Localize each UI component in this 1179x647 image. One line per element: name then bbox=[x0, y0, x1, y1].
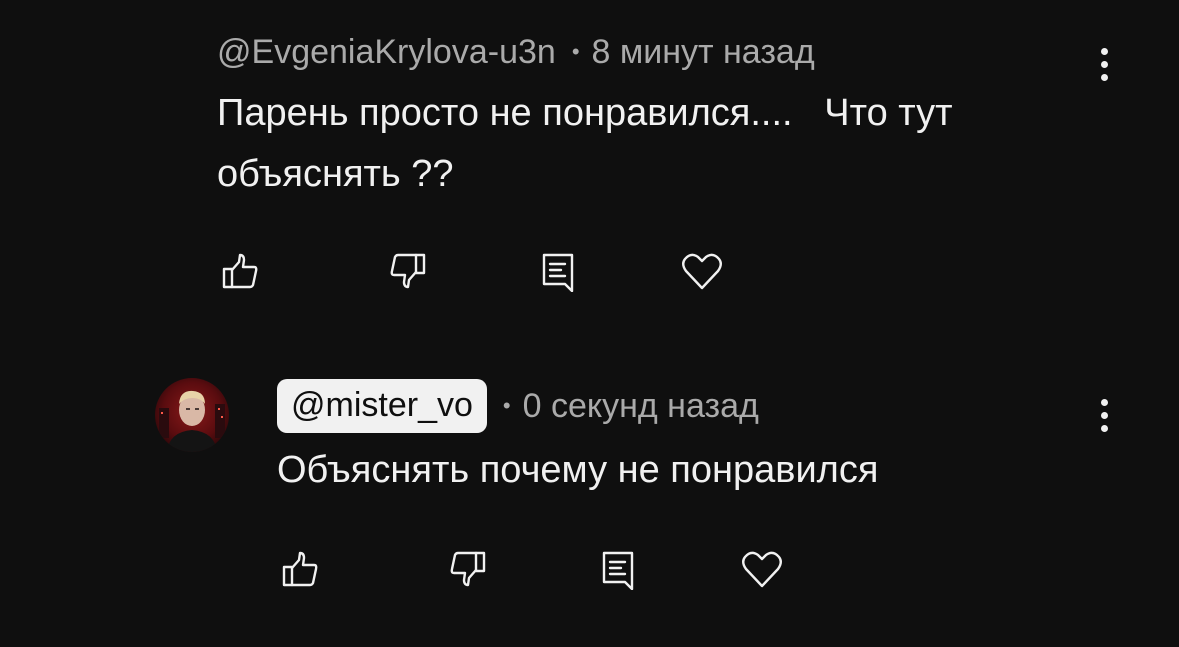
like-icon bbox=[222, 253, 258, 289]
heart-icon bbox=[682, 253, 722, 290]
like-button[interactable] bbox=[277, 546, 323, 592]
comment-item: @EvgeniaKrylova-u3n • 8 минут назад Паре… bbox=[0, 0, 1179, 330]
comment-meta: @mister_vo • 0 секунд назад bbox=[277, 379, 759, 433]
dislike-button[interactable] bbox=[445, 546, 491, 592]
more-options-button[interactable] bbox=[1089, 42, 1119, 86]
dislike-icon bbox=[390, 253, 426, 289]
comment-author[interactable]: @EvgeniaKrylova-u3n bbox=[217, 33, 556, 72]
dislike-icon bbox=[450, 551, 486, 587]
kebab-dot bbox=[1100, 47, 1108, 55]
kebab-dot bbox=[1100, 73, 1108, 81]
meta-separator: • bbox=[571, 39, 580, 64]
kebab-dot bbox=[1100, 60, 1108, 68]
kebab-dot bbox=[1100, 398, 1108, 406]
reply-button[interactable] bbox=[595, 546, 641, 592]
comment-time: 0 секунд назад bbox=[522, 386, 759, 425]
reply-button[interactable] bbox=[535, 248, 581, 294]
comment-author-chip[interactable]: @mister_vo bbox=[277, 379, 487, 433]
comment-meta: @EvgeniaKrylova-u3n • 8 минут назад bbox=[217, 30, 815, 74]
dislike-button[interactable] bbox=[385, 248, 431, 294]
comment-time: 8 минут назад bbox=[591, 32, 815, 71]
comment-item: @mister_vo • 0 секунд назад Объяснять по… bbox=[0, 360, 1179, 647]
comment-text: Объяснять почему не понравился bbox=[277, 449, 879, 491]
kebab-dot bbox=[1100, 424, 1108, 432]
avatar-image bbox=[155, 378, 229, 452]
meta-separator: • bbox=[502, 393, 511, 418]
heart-icon bbox=[742, 551, 782, 588]
reply-icon bbox=[542, 253, 574, 292]
like-icon bbox=[282, 551, 318, 587]
like-button[interactable] bbox=[217, 248, 263, 294]
heart-button[interactable] bbox=[679, 248, 725, 294]
kebab-dot bbox=[1100, 411, 1108, 419]
heart-button[interactable] bbox=[739, 546, 785, 592]
reply-icon bbox=[602, 551, 634, 590]
comment-text: Парень просто не понравился.... Что тут … bbox=[217, 92, 964, 195]
avatar[interactable] bbox=[155, 378, 229, 452]
more-options-button[interactable] bbox=[1089, 393, 1119, 437]
